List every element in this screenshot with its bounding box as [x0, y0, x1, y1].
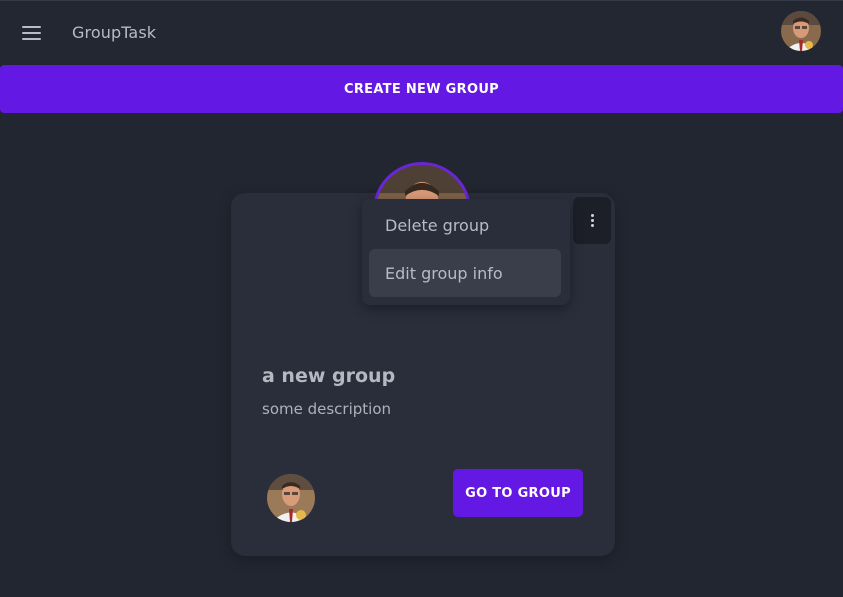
user-avatar[interactable]: [781, 11, 821, 51]
member-avatar: [267, 474, 315, 522]
hamburger-menu-icon[interactable]: [22, 25, 41, 41]
app-title: GroupTask: [72, 23, 157, 42]
more-vertical-icon[interactable]: [573, 197, 611, 244]
delete-group-menu-item[interactable]: Delete group: [369, 201, 561, 249]
group-description: some description: [262, 400, 392, 418]
top-app-bar: GroupTask: [0, 0, 843, 64]
group-options-menu: Delete group Edit group info: [362, 199, 570, 305]
group-name: a new group: [262, 365, 396, 387]
go-to-group-button[interactable]: GO TO GROUP: [453, 469, 583, 517]
create-new-group-button[interactable]: CREATE NEW GROUP: [0, 65, 843, 113]
edit-group-info-menu-item[interactable]: Edit group info: [369, 249, 561, 297]
